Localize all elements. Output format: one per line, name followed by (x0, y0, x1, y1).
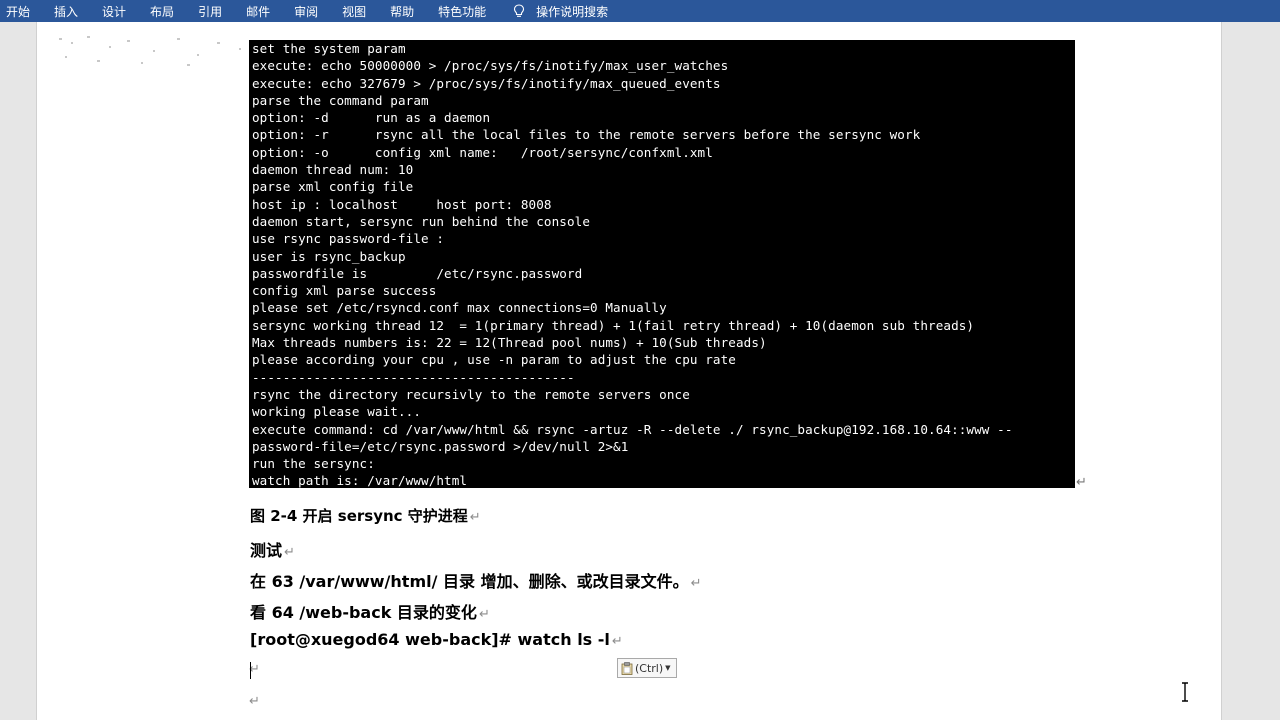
terminal-line: parse the command param (252, 92, 429, 108)
terminal-line: execute: echo 50000000 > /proc/sys/fs/in… (252, 58, 729, 74)
chevron-down-icon: ▼ (665, 664, 671, 672)
terminal-line: parse xml config file (252, 179, 414, 195)
step-watch-64[interactable]: 看 64 /web-back 目录的变化 ↵ (250, 599, 490, 623)
tab-help[interactable]: 帮助 (378, 3, 426, 20)
heading-test[interactable]: 测试 ↵ (250, 537, 295, 561)
terminal-line: passwordfile is /etc/rsync.password (252, 265, 583, 281)
terminal-line: ----------------------------------------… (252, 369, 575, 385)
terminal-line: daemon start, sersync run behind the con… (252, 213, 591, 229)
ibeam-cursor-icon (1182, 682, 1188, 702)
paragraph-mark: ↵ (1076, 475, 1087, 490)
tab-references[interactable]: 引用 (186, 3, 234, 20)
ribbon-tab-bar: 开始 插入 设计 布局 引用 邮件 审阅 视图 帮助 特色功能 操作说明搜索 (0, 0, 1280, 22)
terminal-line: option: -r rsync all the local files to … (252, 127, 921, 143)
terminal-line: run the sersync: (252, 456, 375, 472)
figure-caption[interactable]: 图 2-4 开启 sersync 守护进程 ↵ (250, 505, 481, 526)
paragraph-mark: ↵ (690, 576, 702, 591)
step-modify-63[interactable]: 在 63 /var/www/html/ 目录 增加、删除、或改目录文件。 ↵ (250, 568, 702, 592)
tab-layout[interactable]: 布局 (138, 3, 186, 20)
tab-home[interactable]: 开始 (0, 3, 42, 20)
terminal-line: working please wait... (252, 404, 422, 420)
tab-special-features[interactable]: 特色功能 (426, 3, 498, 20)
terminal-line: please set /etc/rsyncd.conf max connecti… (252, 300, 667, 316)
terminal-line: rsync the directory recursivly to the re… (252, 386, 690, 402)
text-caret (250, 662, 251, 679)
tab-review[interactable]: 审阅 (282, 3, 330, 20)
paragraph-mark: ↵ (469, 510, 481, 525)
paragraph-mark: ↵ (478, 607, 490, 622)
terminal-screenshot: set the system param execute: echo 50000… (249, 40, 1075, 488)
terminal-line: option: -o config xml name: /root/sersyn… (252, 144, 713, 160)
tab-view[interactable]: 视图 (330, 3, 378, 20)
tab-mailings[interactable]: 邮件 (234, 3, 282, 20)
paragraph-mark: ↵ (249, 694, 260, 709)
terminal-line: config xml parse success (252, 283, 437, 299)
heading-test-text: 测试 (250, 541, 283, 560)
terminal-line: watch path is: /var/www/html (252, 473, 468, 488)
terminal-line: password-file=/etc/rsync.password >/dev/… (252, 438, 629, 454)
lightbulb-icon (514, 4, 525, 17)
paragraph-mark: ↵ (611, 634, 623, 649)
terminal-line: sersync working thread 12 = 1(primary th… (252, 317, 975, 333)
margin-artifacts (59, 36, 241, 66)
terminal-line: please according your cpu , use -n param… (252, 352, 736, 368)
terminal-line: use rsync password-file : (252, 231, 445, 247)
tab-insert[interactable]: 插入 (42, 3, 90, 20)
tell-me-label: 操作说明搜索 (536, 4, 609, 19)
command-text: [root@xuegod64 web-back]# watch ls -l (250, 630, 610, 649)
step-modify-63-text: 在 63 /var/www/html/ 目录 增加、删除、或改目录文件。 (250, 572, 689, 591)
terminal-line: execute command: cd /var/www/html && rsy… (252, 421, 1013, 437)
clipboard-icon (621, 661, 633, 675)
tab-design[interactable]: 设计 (90, 3, 138, 20)
terminal-line: set the system param (252, 41, 406, 56)
paste-options-button[interactable]: (Ctrl) ▼ (617, 658, 677, 678)
terminal-line: daemon thread num: 10 (252, 162, 414, 178)
terminal-line: user is rsync_backup (252, 248, 406, 264)
step-watch-64-text: 看 64 /web-back 目录的变化 (250, 603, 477, 622)
paragraph-mark: ↵ (284, 545, 295, 560)
terminal-line: execute: echo 327679 > /proc/sys/fs/inot… (252, 75, 721, 91)
terminal-line: host ip : localhost host port: 8008 (252, 196, 552, 212)
figure-caption-text: 图 2-4 开启 sersync 守护进程 (250, 507, 468, 525)
terminal-line: option: -d run as a daemon (252, 110, 491, 126)
terminal-line: Max threads numbers is: 22 = 12(Thread p… (252, 335, 767, 351)
paste-options-label: (Ctrl) (635, 661, 664, 675)
command-line[interactable]: [root@xuegod64 web-back]# watch ls -l ↵ (250, 630, 623, 649)
tell-me-search[interactable]: 操作说明搜索 (498, 3, 608, 20)
